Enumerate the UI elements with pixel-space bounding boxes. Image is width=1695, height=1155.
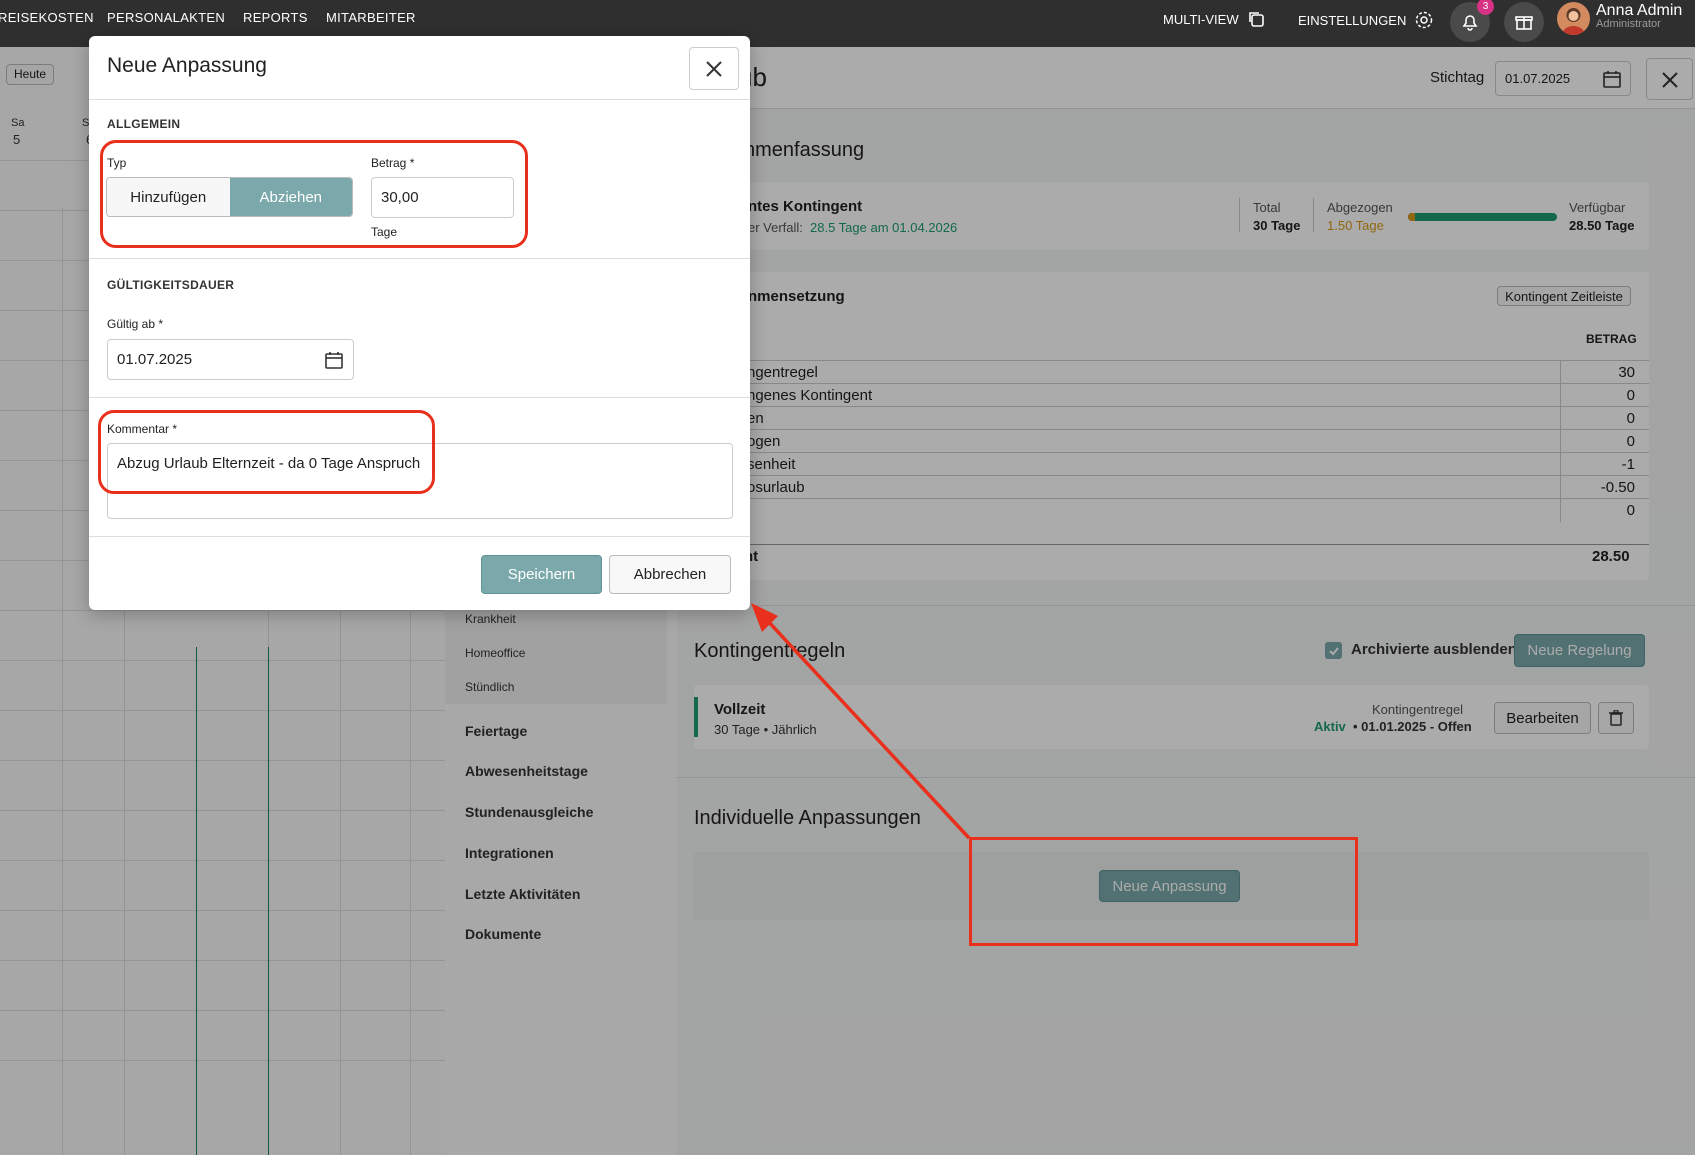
annotation-arrow-icon (751, 603, 971, 840)
